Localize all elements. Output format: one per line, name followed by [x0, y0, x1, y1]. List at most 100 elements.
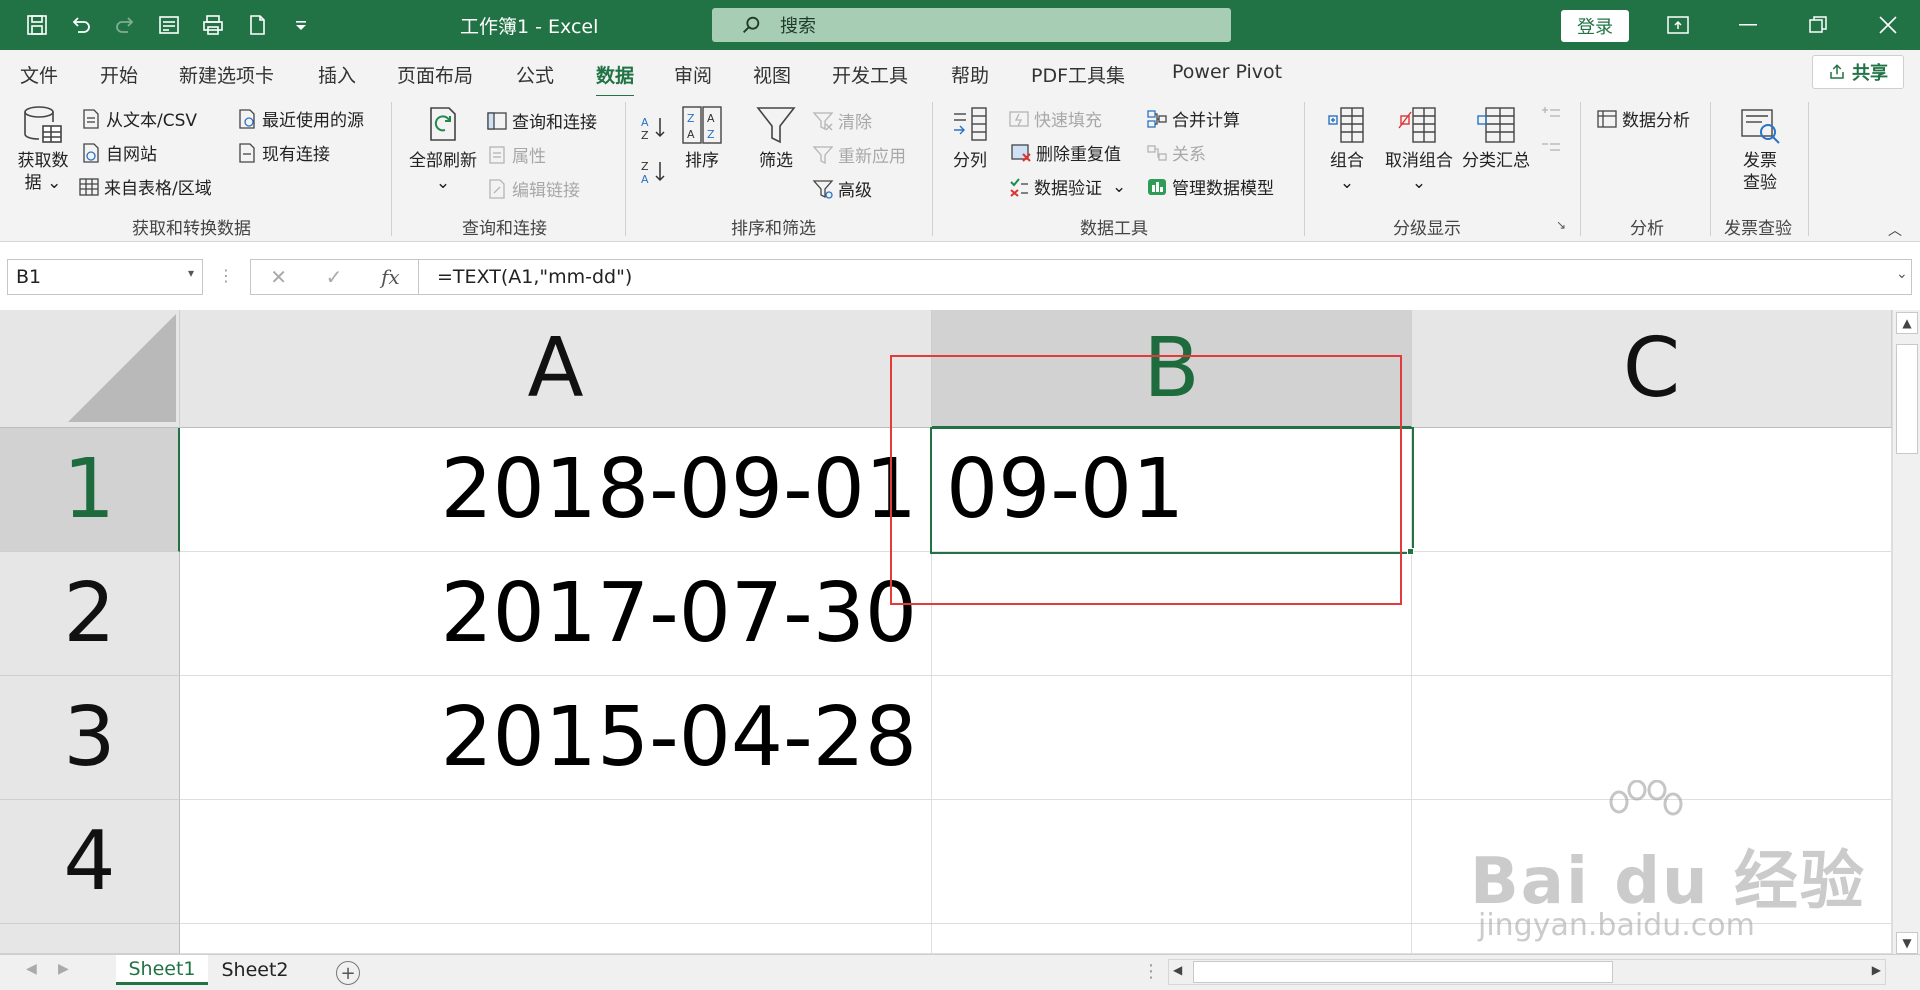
enter-icon[interactable]: ✓: [326, 265, 343, 289]
group-button[interactable]: 组合 ⌄: [1320, 104, 1374, 194]
data-analysis-button[interactable]: 数据分析: [1596, 106, 1690, 131]
sheet-tab-sheet2[interactable]: Sheet2: [210, 955, 300, 985]
horizontal-scrollbar[interactable]: ◀ ▶: [1168, 959, 1886, 985]
cell-b1[interactable]: 09-01: [932, 428, 1412, 552]
document-icon[interactable]: [242, 10, 272, 40]
recent-sources-button[interactable]: 最近使用的源: [236, 106, 364, 131]
sort-descending-button[interactable]: ZA: [640, 158, 668, 186]
minimize-icon[interactable]: [1733, 12, 1763, 38]
reapply-button[interactable]: 重新应用: [812, 142, 906, 167]
scroll-down-icon[interactable]: ▼: [1896, 932, 1918, 954]
show-detail-button[interactable]: [1540, 106, 1562, 128]
manage-data-model-button[interactable]: 管理数据模型: [1146, 174, 1274, 199]
search-box[interactable]: 搜索: [712, 8, 1231, 42]
column-header-a[interactable]: A: [180, 310, 932, 428]
cell-a1[interactable]: 2018-09-01: [180, 428, 932, 552]
tab-home[interactable]: 开始: [100, 61, 138, 88]
tab-page-layout[interactable]: 页面布局: [397, 61, 473, 88]
from-text-csv-button[interactable]: 从文本/CSV: [80, 106, 197, 131]
row-header-3[interactable]: 3: [0, 676, 180, 800]
sheet-tab-sheet1[interactable]: Sheet1: [116, 955, 208, 985]
cell-b2[interactable]: [932, 552, 1412, 676]
scroll-left-icon[interactable]: ◀: [1173, 963, 1182, 977]
next-sheet-icon[interactable]: ▶: [58, 961, 69, 977]
tab-new-tab[interactable]: 新建选项卡: [179, 61, 274, 88]
splitter-icon[interactable]: ⋮: [218, 266, 234, 285]
refresh-all-button[interactable]: 全部刷新 ⌄: [406, 104, 480, 194]
data-validation-button[interactable]: 数据验证 ⌄: [1008, 174, 1126, 199]
tab-formulas[interactable]: 公式: [516, 61, 554, 88]
row-header-4[interactable]: 4: [0, 800, 180, 924]
tab-help[interactable]: 帮助: [951, 61, 989, 88]
fill-handle[interactable]: [1407, 548, 1414, 555]
remove-duplicates-button[interactable]: 删除重复值: [1010, 140, 1121, 165]
scroll-right-icon[interactable]: ▶: [1872, 963, 1881, 977]
share-button[interactable]: 共享: [1812, 55, 1904, 89]
scroll-up-icon[interactable]: ▲: [1896, 312, 1918, 334]
text-to-columns-button[interactable]: 分列: [948, 104, 992, 172]
cell-b4[interactable]: [932, 800, 1412, 924]
column-header-b[interactable]: B: [932, 310, 1412, 428]
horizontal-scroll-thumb[interactable]: [1193, 961, 1613, 983]
tab-pdf-tools[interactable]: PDF工具集: [1031, 61, 1125, 88]
tab-review[interactable]: 审阅: [674, 61, 712, 88]
undo-icon[interactable]: [66, 10, 96, 40]
clear-filter-button[interactable]: 清除: [812, 108, 872, 133]
name-box[interactable]: B1 ▾: [7, 259, 203, 295]
sort-button[interactable]: ZAAZ 排序: [680, 104, 724, 172]
close-icon[interactable]: [1873, 12, 1903, 38]
tab-view[interactable]: 视图: [753, 61, 791, 88]
from-web-button[interactable]: 自网站: [80, 140, 157, 165]
flash-fill-button[interactable]: 快速填充: [1008, 106, 1102, 131]
existing-connections-button[interactable]: 现有连接: [236, 140, 330, 165]
cell-a5[interactable]: [180, 924, 932, 954]
form-icon[interactable]: [154, 10, 184, 40]
insert-function-icon[interactable]: fx: [381, 265, 400, 289]
advanced-filter-button[interactable]: 高级: [812, 176, 872, 201]
from-table-range-button[interactable]: 来自表格/区域: [78, 174, 212, 199]
row-header-1[interactable]: 1: [0, 428, 180, 552]
cell-b5[interactable]: [932, 924, 1412, 954]
tab-data[interactable]: 数据: [596, 61, 635, 98]
edit-links-button[interactable]: 编辑链接: [486, 176, 580, 201]
dialog-launcher-icon[interactable]: ↘: [1556, 218, 1566, 232]
filter-button[interactable]: 筛选: [754, 104, 798, 172]
sort-ascending-button[interactable]: AZ: [640, 114, 668, 142]
tab-file[interactable]: 文件: [20, 61, 58, 88]
queries-connections-button[interactable]: 查询和连接: [486, 108, 597, 133]
cell-a2[interactable]: 2017-07-30: [180, 552, 932, 676]
subtotal-button[interactable]: 分类汇总: [1460, 104, 1532, 172]
expand-formula-icon[interactable]: ⌄: [1896, 266, 1908, 282]
vertical-scrollbar[interactable]: ▲ ▼: [1892, 310, 1920, 956]
save-icon[interactable]: [22, 10, 52, 40]
cell-c1[interactable]: [1412, 428, 1892, 552]
consolidate-button[interactable]: 合并计算: [1146, 106, 1240, 131]
customize-toolbar-icon[interactable]: [286, 10, 316, 40]
redo-icon[interactable]: [110, 10, 140, 40]
get-data-button[interactable]: 获取数 据 ⌄: [14, 104, 72, 194]
vertical-scroll-thumb[interactable]: [1896, 344, 1918, 454]
row-header-2[interactable]: 2: [0, 552, 180, 676]
select-all-button[interactable]: [0, 310, 180, 428]
cell-a3[interactable]: 2015-04-28: [180, 676, 932, 800]
add-sheet-icon[interactable]: +: [336, 961, 360, 985]
formula-input[interactable]: =TEXT(A1,"mm-dd"): [418, 259, 1912, 295]
restore-icon[interactable]: [1803, 12, 1833, 38]
ungroup-button[interactable]: 取消组合 ⌄: [1378, 104, 1460, 194]
invoice-check-button[interactable]: 发票 查验: [1734, 104, 1786, 194]
ribbon-display-options-icon[interactable]: [1663, 12, 1693, 38]
column-header-c[interactable]: C: [1412, 310, 1892, 428]
relationships-button[interactable]: 关系: [1146, 140, 1206, 165]
row-header-5[interactable]: [0, 924, 180, 954]
cell-b3[interactable]: [932, 676, 1412, 800]
tab-developer[interactable]: 开发工具: [832, 61, 908, 88]
login-button[interactable]: 登录: [1561, 10, 1629, 42]
print-preview-icon[interactable]: [198, 10, 228, 40]
tab-insert[interactable]: 插入: [318, 61, 356, 88]
tab-splitter-icon[interactable]: ⋮: [1142, 961, 1160, 982]
prev-sheet-icon[interactable]: ◀: [26, 961, 37, 977]
collapse-ribbon-icon[interactable]: ︿: [1888, 220, 1902, 240]
cancel-icon[interactable]: ✕: [270, 265, 287, 289]
cell-a4[interactable]: [180, 800, 932, 924]
tab-power-pivot[interactable]: Power Pivot: [1172, 61, 1282, 83]
